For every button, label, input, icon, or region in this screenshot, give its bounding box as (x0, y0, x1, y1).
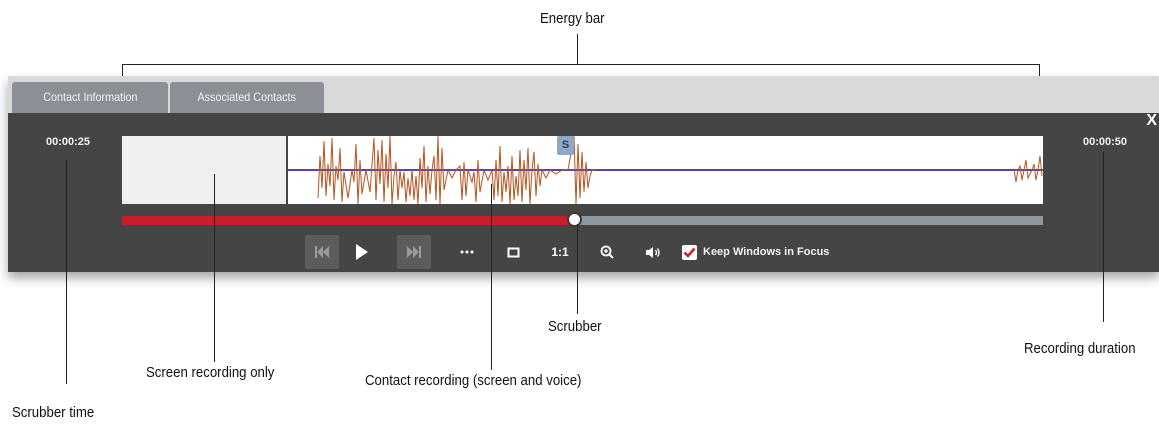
screen-recording-only-annotation: Screen recording only (146, 364, 275, 381)
skip-back-button[interactable] (305, 235, 339, 269)
recording-duration: 00:00:50 (1083, 136, 1128, 148)
more-button[interactable] (455, 235, 479, 269)
recording-player: Contact Information Associated Contacts … (8, 76, 1159, 272)
zoom-button[interactable] (595, 235, 619, 269)
close-button[interactable]: X (1146, 112, 1157, 130)
keep-windows-checkbox[interactable] (682, 244, 697, 260)
fullscreen-icon (507, 247, 519, 258)
tab-strip: Contact Information Associated Contacts (8, 76, 1159, 113)
recording-duration-annotation: Recording duration (1024, 340, 1136, 357)
keep-windows-label: Keep Windows in Focus (703, 246, 830, 258)
progress-bar[interactable] (122, 212, 1043, 227)
energy-bar-pointer (577, 34, 578, 64)
scrubber-time-pointer-line (66, 160, 67, 384)
tab-label: Associated Contacts (197, 90, 297, 104)
checkmark-icon (683, 247, 696, 258)
contact-recording-annotation: Contact recording (screen and voice) (365, 372, 582, 389)
energy-bar-annotation: Energy bar (540, 10, 605, 27)
scrubber-time-annotation: Scrubber time (12, 404, 95, 421)
scrubber-time: 00:00:25 (46, 136, 91, 148)
screen-marker[interactable]: S (557, 136, 574, 155)
keep-windows-in-focus: Keep Windows in Focus (682, 235, 829, 269)
actual-size-button[interactable]: 1:1 (545, 235, 575, 269)
volume-button[interactable] (641, 235, 665, 269)
scrubber-pointer-line (577, 224, 578, 314)
contact-recording-pointer-line (491, 184, 492, 370)
energy-bar-bracket-top (122, 64, 1040, 65)
skip-forward-icon (407, 246, 421, 258)
energy-bar[interactable]: S (122, 136, 1043, 204)
zoom-in-icon (600, 245, 614, 259)
more-dots-icon (460, 250, 474, 254)
actual-size-label: 1:1 (551, 245, 569, 259)
recording-duration-pointer-line (1103, 152, 1104, 322)
scrubber-handle[interactable] (567, 212, 583, 227)
play-button[interactable] (345, 235, 379, 269)
tab-contact-information[interactable]: Contact Information (12, 82, 168, 113)
skip-back-icon (315, 246, 329, 258)
tab-label: Contact Information (42, 90, 138, 104)
play-icon (356, 244, 368, 260)
scrubber-annotation: Scrubber (548, 318, 602, 335)
tab-associated-contacts[interactable]: Associated Contacts (170, 82, 324, 113)
progress-played (122, 216, 574, 225)
screen-recording-only-pointer-line (214, 174, 215, 362)
skip-forward-button[interactable] (397, 235, 431, 269)
playback-controls: 1:1 Keep Windows in Focus (305, 235, 865, 269)
fullscreen-button[interactable] (501, 235, 525, 269)
volume-icon (646, 246, 660, 258)
energy-waveform (288, 136, 1043, 204)
